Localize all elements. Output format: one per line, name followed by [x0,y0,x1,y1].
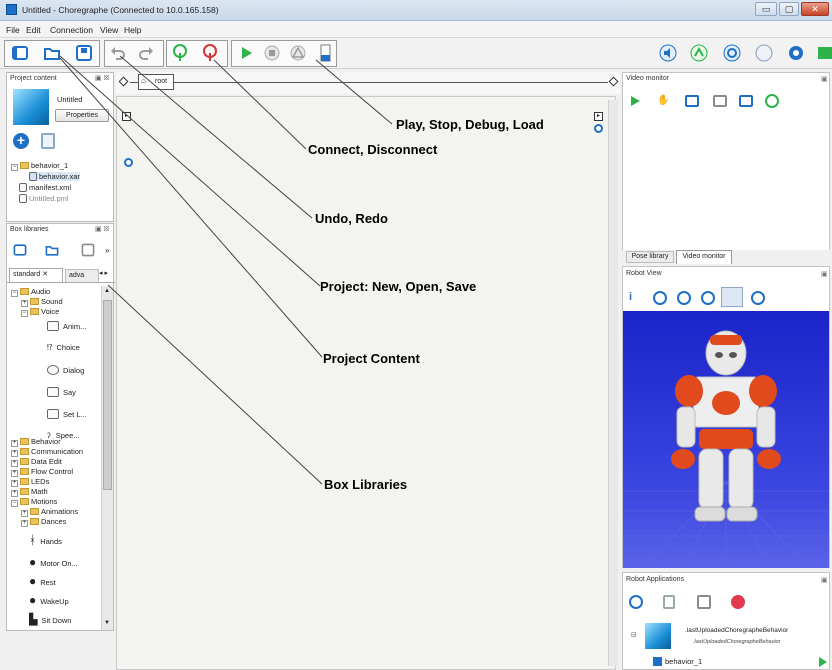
delete-app-icon[interactable] [663,595,675,609]
run-behavior-icon[interactable] [819,657,827,667]
app-name: .lastUploadedChoregrapheBehavior [685,627,789,634]
app-subtitle: .lastUploadedChoregrapheBehavior [693,639,781,645]
callout-project-new-open-save: Project: New, Open, Save [320,279,477,294]
callout-project-content: Project Content [323,351,420,366]
callout-undo-redo: Undo, Redo [315,211,388,226]
record-icon[interactable] [685,95,699,107]
robot-3d-viewport[interactable] [623,311,829,568]
refresh-icon[interactable] [765,94,779,108]
robot-view-title: Robot View [626,270,662,277]
callout-play-stop-debug-load: Play, Stop, Debug, Load [396,117,544,132]
callout-line-project [59,55,321,287]
video-monitor-title: Video monitor [626,75,670,82]
view-side-icon[interactable] [677,291,691,305]
panel-float-icon[interactable]: ▣ [821,75,828,83]
app-cube-icon [645,623,671,649]
robot-applications-panel: Robot Applications ▣ ⊟ .lastUploadedChor… [622,572,830,670]
fullscreen-icon[interactable] [739,95,753,107]
learn-face-icon[interactable]: ✋ [657,95,671,107]
package-install-icon[interactable] [629,595,643,609]
behavior-icon [653,657,662,666]
robot-view-panel: Robot View ▣ i [622,266,830,568]
video-monitor-panel: Video monitor ▣ ✋ [622,72,830,262]
info-icon[interactable]: i [629,291,641,305]
monitor-tab-bar: Pose library Video monitor [622,250,830,264]
tab-pose-library[interactable]: Pose library [626,251,674,263]
collapse-app-icon[interactable]: ⊟ [631,631,637,639]
app-settings-icon[interactable] [731,595,745,609]
view-top-icon[interactable] [701,291,715,305]
panel-float-icon[interactable]: ▣ [821,576,828,584]
callout-line-libraries [107,284,323,485]
view-front-icon[interactable] [653,291,667,305]
robot-applications-title: Robot Applications [626,576,684,583]
play-video-icon[interactable] [629,95,641,107]
snapshot-icon[interactable] [713,95,727,107]
panel-float-icon[interactable]: ▣ [821,270,828,278]
tab-video-monitor[interactable]: Video monitor [676,250,732,264]
view-active-icon[interactable] [721,287,743,307]
callout-box-libraries: Box Libraries [324,477,408,492]
callout-line-connect [213,59,307,150]
callout-line-content [59,57,323,358]
callout-line-play [315,59,393,125]
nao-robot-model [623,330,829,568]
callout-connect-disconnect: Connect, Disconnect [308,142,438,157]
behavior-name: behavior_1 [665,657,703,666]
zoom-icon[interactable] [751,291,765,305]
stop-app-icon[interactable] [697,595,711,609]
